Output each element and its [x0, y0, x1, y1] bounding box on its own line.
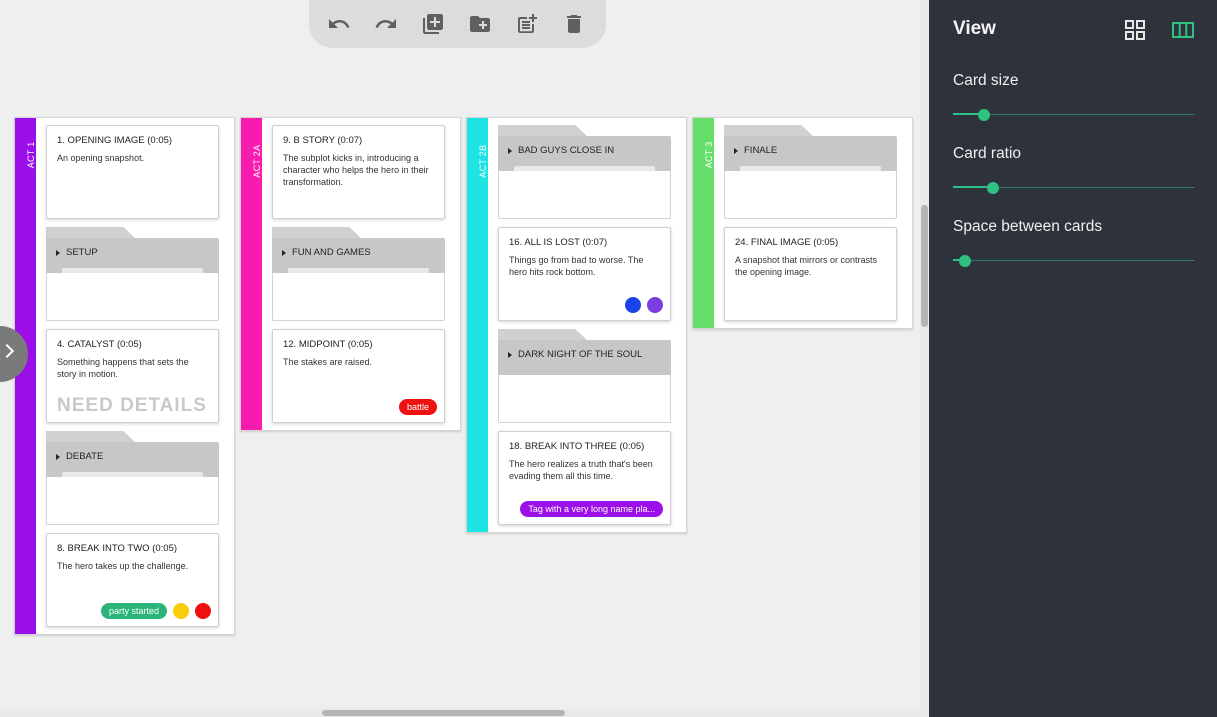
card-text: Things go from bad to worse. The hero hi…: [509, 255, 644, 277]
act-1-column[interactable]: ACT 1 1. OPENING IMAGE (0:05) An opening…: [14, 117, 235, 635]
view-panel: View Card size Card ratio Space between …: [929, 0, 1217, 717]
board-canvas[interactable]: ACT 1 1. OPENING IMAGE (0:05) An opening…: [0, 0, 920, 717]
folder-label: SETUP: [66, 247, 98, 258]
card-text: The subplot kicks in, introducing a char…: [283, 153, 429, 187]
horizontal-scrollbar[interactable]: [0, 709, 920, 717]
act-3-column[interactable]: ACT 3 FINALE 24. FINAL IMAGE (0:05) A sn…: [692, 117, 913, 329]
card-b-story[interactable]: 9. B STORY (0:07) The subplot kicks in, …: [272, 125, 445, 219]
act-2a-label: ACT 2A: [251, 144, 262, 178]
card-text: A snapshot that mirrors or contrasts the…: [735, 255, 878, 277]
folder-setup[interactable]: SETUP: [46, 227, 219, 321]
card-title: 24. FINAL IMAGE (0:05): [735, 237, 839, 248]
card-size-label: Card size: [953, 72, 1019, 89]
undo-icon: [328, 19, 350, 28]
card-break-into-two[interactable]: 8. BREAK INTO TWO (0:05) The hero takes …: [46, 533, 219, 627]
need-details-placeholder: NEED DETAILS: [57, 395, 207, 416]
card-catalyst[interactable]: 4. CATALYST (0:05) Something happens tha…: [46, 329, 219, 423]
card-text: The hero takes up the challenge.: [57, 561, 189, 571]
card-title: 9. B STORY (0:07): [283, 135, 363, 146]
act-1-label: ACT 1: [25, 141, 36, 169]
slider-thumb[interactable]: [959, 255, 972, 267]
library-add-icon: [422, 14, 443, 34]
folder-label: FINALE: [744, 145, 778, 156]
slider-thumb[interactable]: [986, 182, 999, 194]
expand-caret-icon: [734, 147, 738, 154]
expand-caret-icon: [56, 249, 60, 256]
undo-button[interactable]: [319, 4, 359, 44]
horizontal-scrollbar-thumb[interactable]: [322, 710, 565, 716]
card-all-is-lost[interactable]: 16. ALL IS LOST (0:07) Things go from ba…: [498, 227, 671, 321]
trash-icon: [567, 15, 582, 33]
chevron-right-icon: [0, 343, 15, 359]
panel-title: View: [953, 18, 996, 39]
expand-caret-icon: [282, 249, 286, 256]
card-title: 4. CATALYST (0:05): [57, 339, 142, 350]
card-final-image[interactable]: 24. FINAL IMAGE (0:05) A snapshot that m…: [724, 227, 897, 321]
folder-dark-night-of-the-soul[interactable]: DARK NIGHT OF THE SOUL: [498, 329, 671, 423]
folder-fun-and-games[interactable]: FUN AND GAMES: [272, 227, 445, 321]
folder-bad-guys-close-in[interactable]: BAD GUYS CLOSE IN: [498, 125, 671, 219]
add-library-button[interactable]: [413, 4, 453, 44]
card-break-into-three[interactable]: 18. BREAK INTO THREE (0:05) The hero rea…: [498, 431, 671, 525]
grid-view-button[interactable]: [1123, 18, 1147, 42]
tag-battle[interactable]: battle: [398, 399, 437, 415]
grid-view-icon: [1125, 20, 1145, 40]
vertical-scrollbar[interactable]: [920, 0, 929, 717]
color-dot-yellow[interactable]: [173, 603, 189, 619]
folder-label: DEBATE: [66, 451, 104, 462]
column-view-icon: [1172, 22, 1194, 38]
folder-label: FUN AND GAMES: [292, 247, 371, 258]
card-ratio-slider[interactable]: [953, 181, 1195, 195]
slider-thumb[interactable]: [978, 109, 991, 121]
expand-caret-icon: [508, 351, 512, 358]
post-add-icon: [518, 14, 538, 33]
card-ratio-label: Card ratio: [953, 145, 1022, 162]
card-size-slider[interactable]: [953, 108, 1195, 122]
column-view-button[interactable]: [1171, 18, 1195, 42]
card-opening-image[interactable]: 1. OPENING IMAGE (0:05) An opening snaps…: [46, 125, 219, 219]
add-card-button[interactable]: [507, 4, 547, 44]
color-dot-red[interactable]: [195, 603, 211, 619]
expand-caret-icon: [56, 453, 60, 460]
tag-party-started[interactable]: party started: [100, 603, 167, 619]
card-title: 12. MIDPOINT (0:05): [283, 339, 373, 350]
toolbar: [309, 0, 606, 48]
act-1-stripe: [15, 118, 36, 634]
card-text: Something happens that sets the story in…: [57, 357, 189, 379]
color-dot-blue[interactable]: [625, 297, 641, 313]
act-3-label: ACT 3: [703, 141, 714, 169]
color-dot-violet[interactable]: [647, 297, 663, 313]
act-2b-column[interactable]: ACT 2B BAD GUYS CLOSE IN 16. ALL IS LOST…: [466, 117, 687, 533]
card-title: 8. BREAK INTO TWO (0:05): [57, 543, 178, 554]
redo-icon: [375, 19, 396, 28]
folder-label: DARK NIGHT OF THE SOUL: [518, 349, 643, 360]
act-2b-stripe: [467, 118, 488, 532]
act-2b-label: ACT 2B: [477, 144, 488, 178]
card-title: 18. BREAK INTO THREE (0:05): [509, 441, 645, 452]
card-text: The stakes are raised.: [283, 357, 373, 367]
act-2a-column[interactable]: ACT 2A 9. B STORY (0:07) The subplot kic…: [240, 117, 461, 431]
folder-label: BAD GUYS CLOSE IN: [518, 145, 615, 156]
card-text: The hero realizes a truth that's been ev…: [509, 459, 653, 481]
card-title: 1. OPENING IMAGE (0:05): [57, 135, 173, 146]
space-between-cards-slider[interactable]: [953, 254, 1195, 268]
card-midpoint[interactable]: 12. MIDPOINT (0:05) The stakes are raise…: [272, 329, 445, 423]
new-folder-button[interactable]: [460, 4, 500, 44]
redo-button[interactable]: [366, 4, 406, 44]
create-new-folder-icon: [470, 16, 491, 32]
tag-long-name[interactable]: Tag with a very long name pla...: [520, 501, 663, 517]
folder-debate[interactable]: DEBATE: [46, 431, 219, 525]
expand-caret-icon: [508, 147, 512, 154]
delete-button[interactable]: [554, 4, 594, 44]
folder-finale[interactable]: FINALE: [724, 125, 897, 219]
vertical-scrollbar-thumb[interactable]: [921, 205, 928, 327]
card-text: An opening snapshot.: [57, 153, 145, 163]
card-title: 16. ALL IS LOST (0:07): [509, 237, 608, 248]
space-between-cards-label: Space between cards: [953, 218, 1103, 235]
